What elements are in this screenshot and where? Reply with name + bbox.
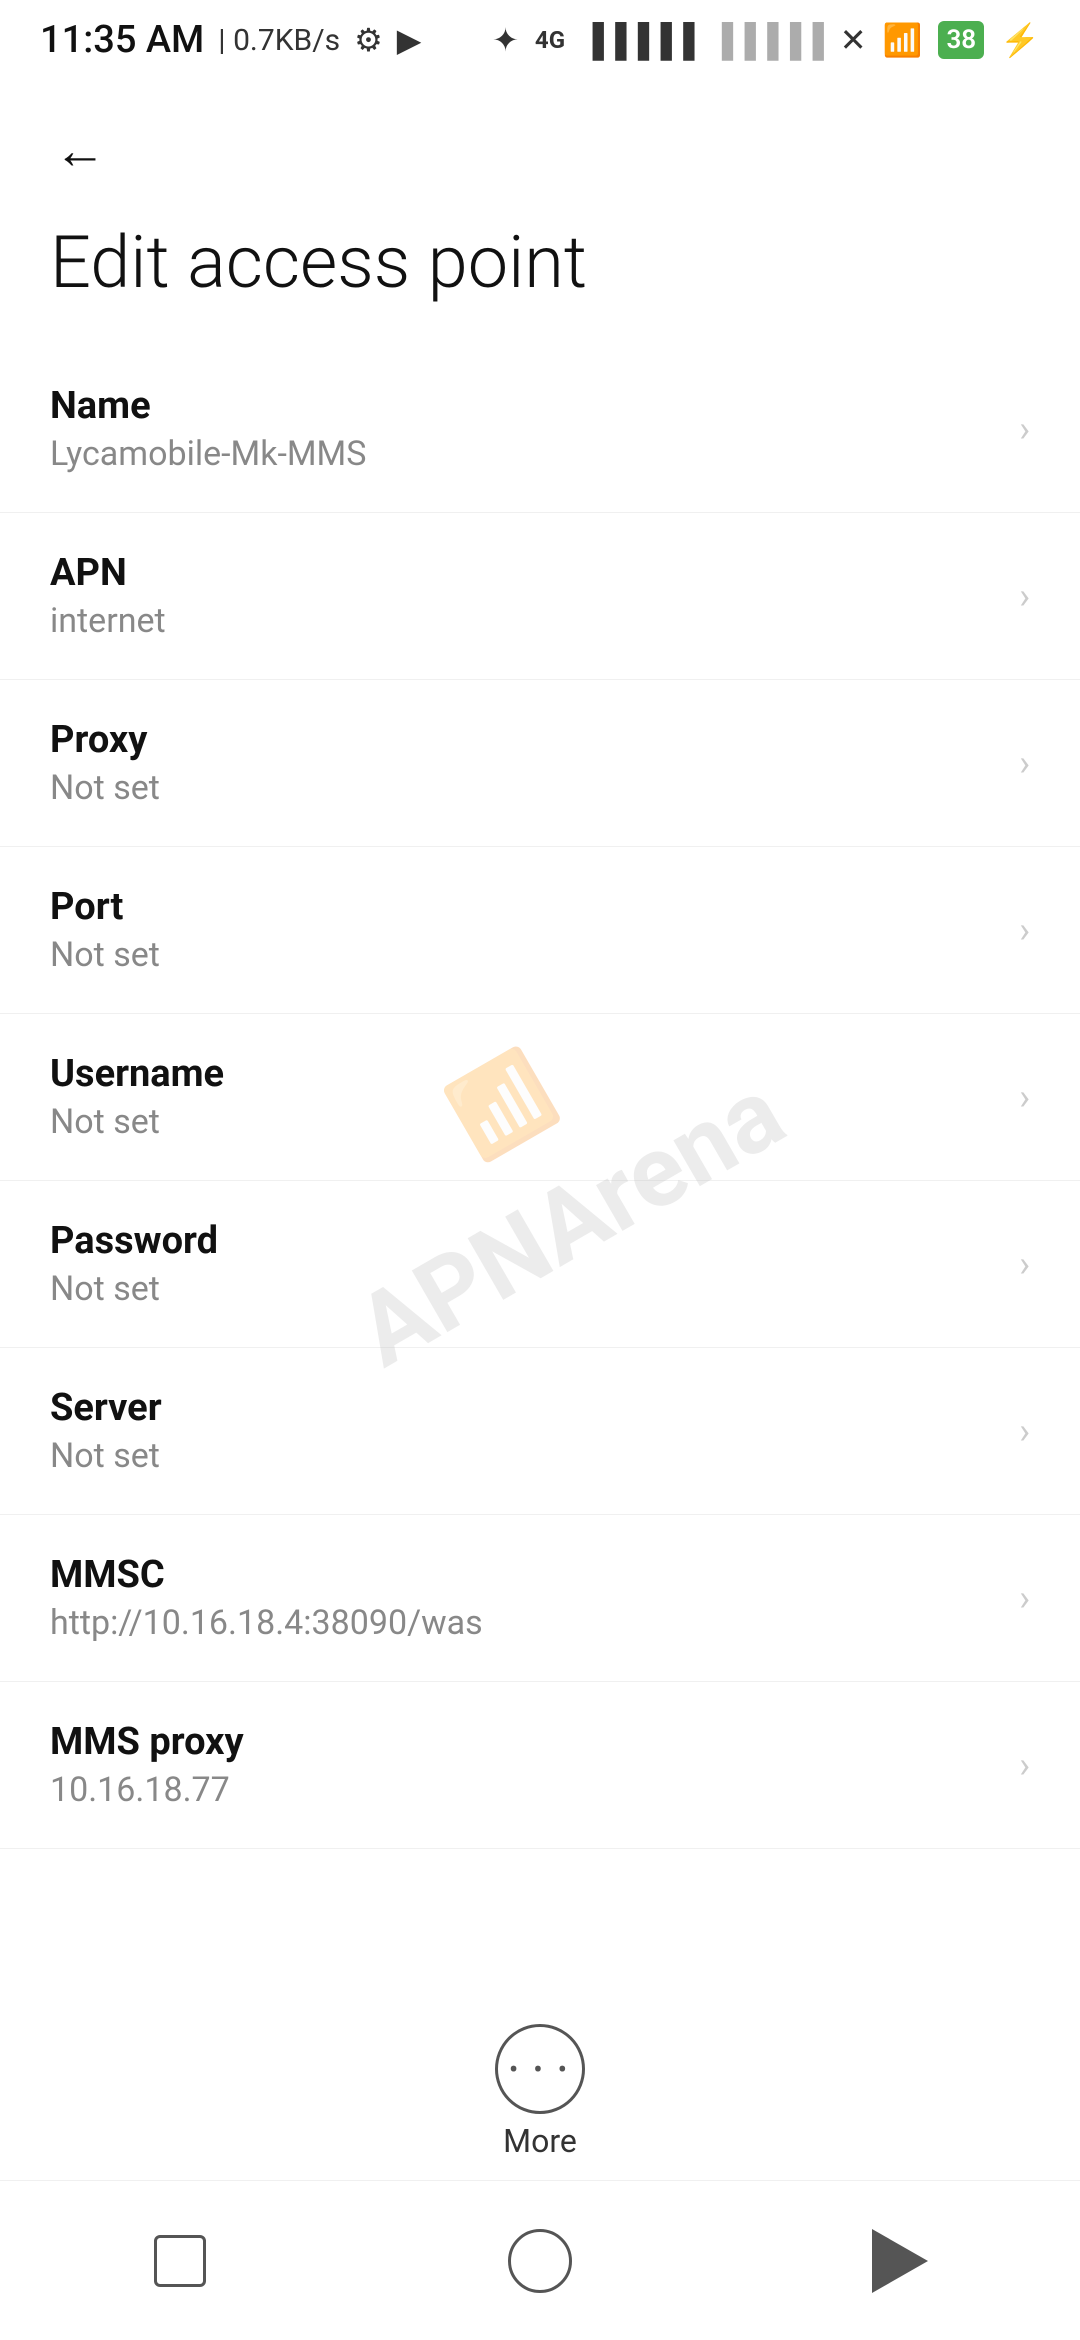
- page-title: Edit access point: [50, 220, 587, 305]
- settings-item-mmsc-content: MMSC http://10.16.18.4:38090/was: [50, 1553, 999, 1643]
- settings-item-port-value: Not set: [50, 935, 999, 975]
- page-title-area: Edit access point: [0, 200, 1080, 346]
- settings-item-password-label: Password: [50, 1219, 999, 1263]
- chevron-right-icon: ›: [1019, 909, 1030, 951]
- video-icon: ▶: [397, 21, 422, 59]
- chevron-right-icon: ›: [1019, 1744, 1030, 1786]
- no-signal-icon: ✕: [840, 21, 867, 59]
- nav-back-icon: [872, 2229, 928, 2293]
- settings-item-password[interactable]: Password Not set ›: [0, 1181, 1080, 1348]
- settings-item-server-content: Server Not set: [50, 1386, 999, 1476]
- more-button[interactable]: • • • More: [495, 2024, 585, 2160]
- battery-level: 38: [946, 25, 976, 55]
- settings-item-server-label: Server: [50, 1386, 999, 1430]
- nav-recents-icon: [154, 2235, 206, 2287]
- settings-item-proxy-value: Not set: [50, 768, 999, 808]
- chevron-right-icon: ›: [1019, 408, 1030, 450]
- settings-item-name-value: Lycamobile-Mk-MMS: [50, 434, 999, 474]
- more-label: More: [503, 2122, 577, 2160]
- settings-item-name-content: Name Lycamobile-Mk-MMS: [50, 384, 999, 474]
- settings-item-proxy[interactable]: Proxy Not set ›: [0, 680, 1080, 847]
- settings-item-server-value: Not set: [50, 1436, 999, 1476]
- back-arrow-icon: ←: [54, 120, 106, 181]
- status-bar-left: 11:35 AM | 0.7KB/s ⚙ ▶: [40, 18, 421, 62]
- chevron-right-icon: ›: [1019, 1577, 1030, 1619]
- settings-item-username[interactable]: Username Not set ›: [0, 1014, 1080, 1181]
- status-time: 11:35 AM: [40, 18, 204, 62]
- battery-indicator: 38: [938, 21, 984, 59]
- settings-item-mms-proxy-value: 10.16.18.77: [50, 1770, 999, 1810]
- status-bar: 11:35 AM | 0.7KB/s ⚙ ▶ ✦ 4G ▐▐▐▐▐ ▐▐▐▐▐ …: [0, 0, 1080, 80]
- settings-item-password-content: Password Not set: [50, 1219, 999, 1309]
- status-bar-right: ✦ 4G ▐▐▐▐▐ ▐▐▐▐▐ ✕ 📶 38 ⚡: [492, 21, 1040, 59]
- settings-item-port-label: Port: [50, 885, 999, 929]
- settings-item-mmsc-value: http://10.16.18.4:38090/was: [50, 1603, 999, 1643]
- chevron-right-icon: ›: [1019, 1243, 1030, 1285]
- settings-item-mms-proxy-content: MMS proxy 10.16.18.77: [50, 1720, 999, 1810]
- settings-item-username-content: Username Not set: [50, 1052, 999, 1142]
- more-circle: • • •: [495, 2024, 585, 2114]
- settings-item-name[interactable]: Name Lycamobile-Mk-MMS ›: [0, 346, 1080, 513]
- settings-item-apn-content: APN internet: [50, 551, 999, 641]
- settings-item-mms-proxy-label: MMS proxy: [50, 1720, 999, 1764]
- 4g-icon: 4G: [535, 26, 565, 54]
- settings-item-mmsc[interactable]: MMSC http://10.16.18.4:38090/was ›: [0, 1515, 1080, 1682]
- settings-item-port-content: Port Not set: [50, 885, 999, 975]
- settings-item-server[interactable]: Server Not set ›: [0, 1348, 1080, 1515]
- nav-home-icon: [508, 2229, 572, 2293]
- settings-item-apn[interactable]: APN internet ›: [0, 513, 1080, 680]
- back-button[interactable]: ←: [40, 110, 120, 190]
- chevron-right-icon: ›: [1019, 1410, 1030, 1452]
- charging-icon: ⚡: [1000, 21, 1040, 59]
- wifi-icon: 📶: [883, 21, 923, 59]
- settings-item-apn-label: APN: [50, 551, 999, 595]
- settings-item-port[interactable]: Port Not set ›: [0, 847, 1080, 1014]
- nav-back-button[interactable]: [850, 2211, 950, 2311]
- back-area: ←: [0, 80, 1080, 200]
- settings-item-proxy-label: Proxy: [50, 718, 999, 762]
- nav-recents-button[interactable]: [130, 2211, 230, 2311]
- settings-icon: ⚙: [354, 21, 383, 59]
- bluetooth-icon: ✦: [492, 21, 519, 59]
- nav-home-button[interactable]: [490, 2211, 590, 2311]
- settings-item-mmsc-label: MMSC: [50, 1553, 999, 1597]
- signal2-icon: ▐▐▐▐▐: [710, 21, 823, 59]
- settings-item-mms-proxy[interactable]: MMS proxy 10.16.18.77 ›: [0, 1682, 1080, 1849]
- settings-item-apn-value: internet: [50, 601, 999, 641]
- settings-item-username-value: Not set: [50, 1102, 999, 1142]
- settings-item-name-label: Name: [50, 384, 999, 428]
- settings-item-password-value: Not set: [50, 1269, 999, 1309]
- settings-item-username-label: Username: [50, 1052, 999, 1096]
- settings-item-proxy-content: Proxy Not set: [50, 718, 999, 808]
- nav-bar: [0, 2180, 1080, 2340]
- signal-icon: ▐▐▐▐▐: [581, 21, 694, 59]
- chevron-right-icon: ›: [1019, 575, 1030, 617]
- chevron-right-icon: ›: [1019, 742, 1030, 784]
- status-speed: | 0.7KB/s: [218, 23, 340, 58]
- settings-list: Name Lycamobile-Mk-MMS › APN internet › …: [0, 346, 1080, 1849]
- chevron-right-icon: ›: [1019, 1076, 1030, 1118]
- more-dots-icon: • • •: [509, 2053, 571, 2086]
